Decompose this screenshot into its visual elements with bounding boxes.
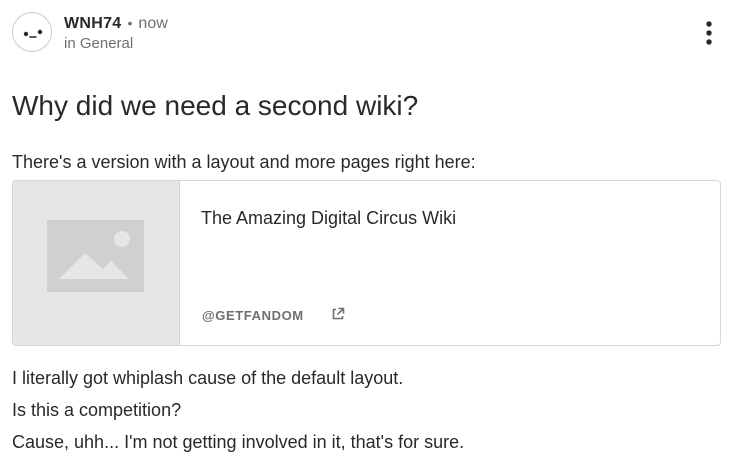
post-paragraph: Is this a competition? (12, 400, 182, 420)
image-placeholder-icon (47, 220, 144, 292)
kebab-menu-icon (706, 21, 712, 45)
post-card: WNH74 • now in General Why did we need a s… (0, 0, 733, 473)
post-paragraph: I literally got whiplash cause of the de… (12, 368, 404, 388)
post-category[interactable]: in General (64, 35, 133, 53)
external-link-icon (332, 307, 345, 320)
post-title: Why did we need a second wiki? (12, 90, 419, 121)
user-avatar[interactable] (12, 12, 52, 52)
post-paragraph: Cause, uhh... I'm not getting involved i… (12, 432, 465, 452)
post-meta: WNH74 • now (64, 13, 168, 34)
face-avatar-icon (23, 29, 43, 38)
more-options-button[interactable] (698, 20, 722, 48)
link-thumbnail (13, 181, 180, 345)
link-preview-card[interactable]: The Amazing Digital Circus Wiki @GETFAND… (12, 180, 721, 346)
meta-separator: • (127, 15, 133, 31)
post-intro-text: There's a version with a layout and more… (12, 152, 476, 172)
link-card-source: @GETFANDOM (202, 308, 304, 323)
author-name[interactable]: WNH74 (64, 15, 122, 32)
post-timestamp: now (138, 15, 168, 32)
link-card-title[interactable]: The Amazing Digital Circus Wiki (201, 206, 456, 230)
